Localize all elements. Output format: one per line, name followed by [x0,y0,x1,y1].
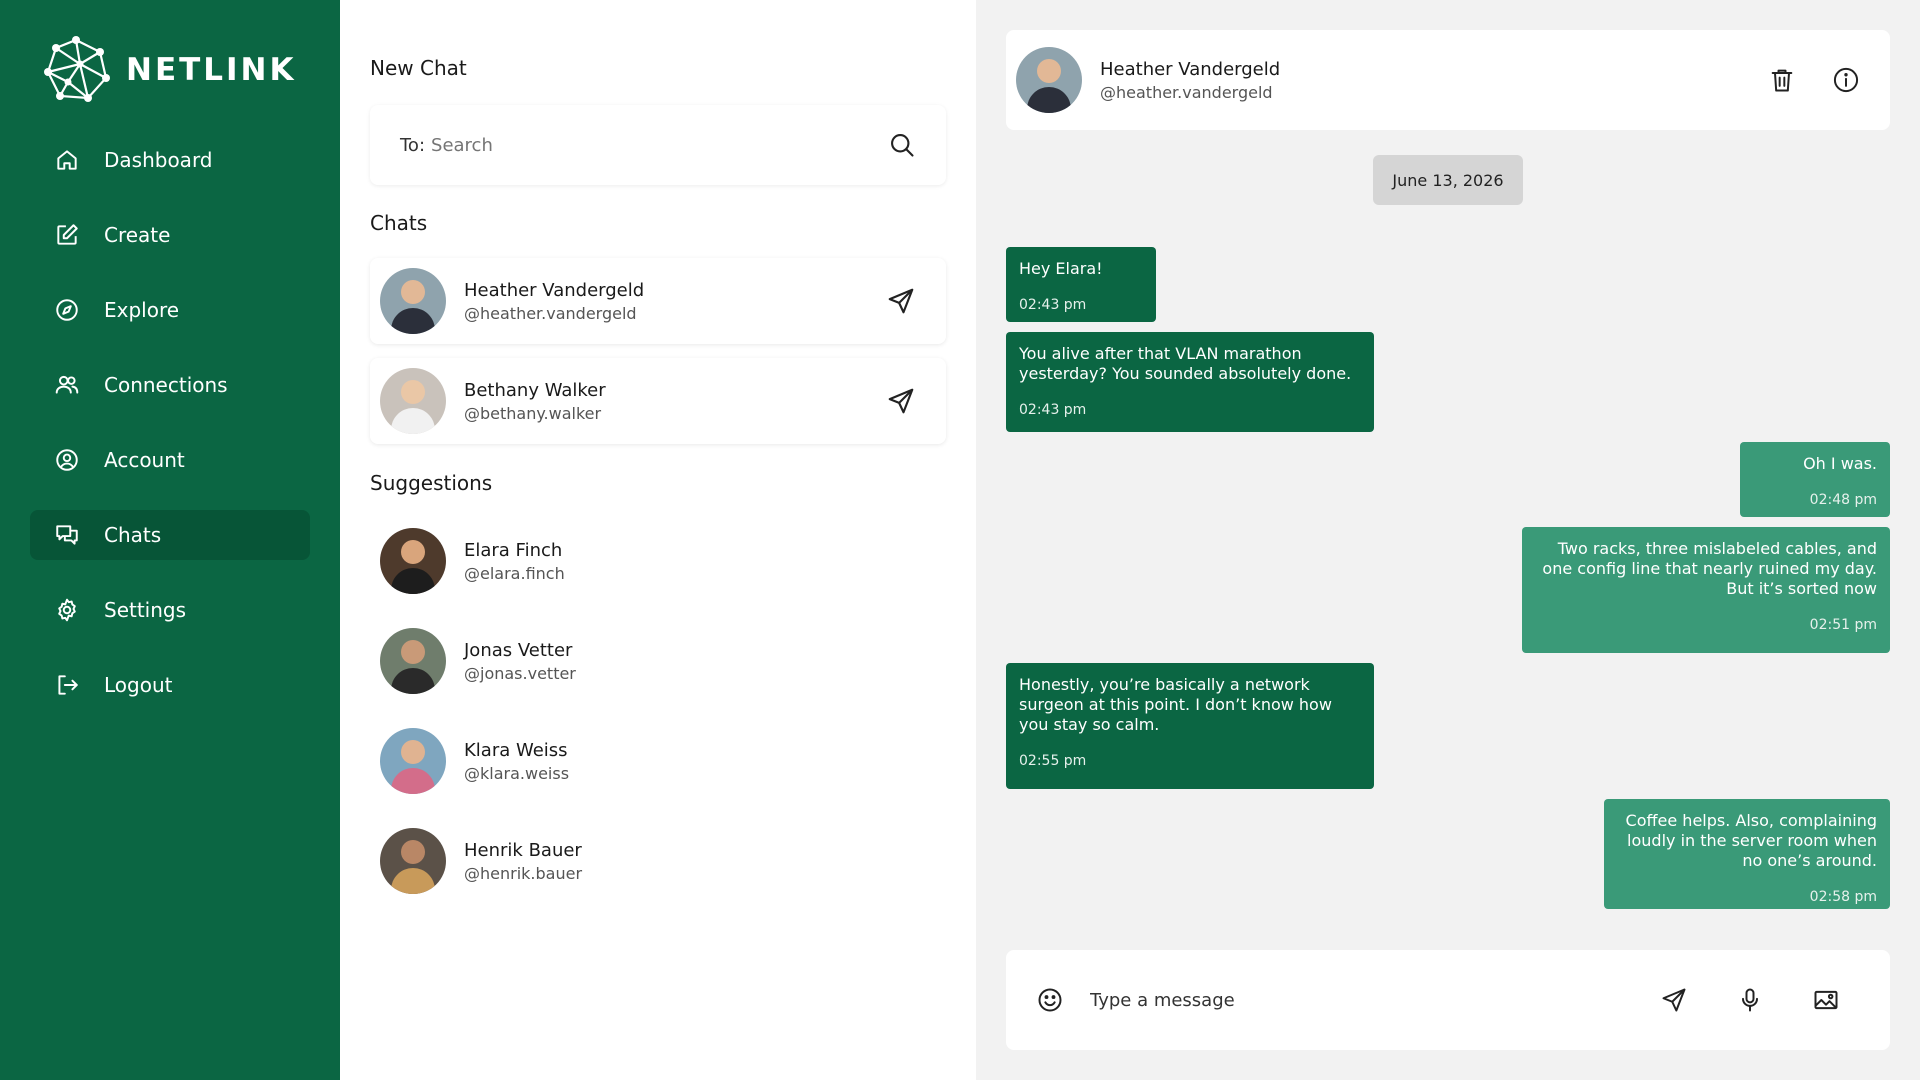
date-separator: June 13, 2026 [1373,155,1523,205]
send-icon[interactable] [886,286,916,316]
avatar [380,728,446,794]
sidebar-nav: Dashboard Create Explore Connections Acc… [30,135,310,735]
avatar [380,828,446,894]
message-time: 02:58 pm [1809,889,1877,905]
network-logo-icon [44,36,110,102]
brand-logo[interactable]: NETLINK [40,34,297,106]
message-time: 02:55 pm [1019,753,1087,769]
contact-handle: @bethany.walker [464,403,602,423]
sidebar-item-label: Dashboard [104,148,213,172]
avatar [380,268,446,334]
contact-handle: @klara.weiss [464,763,570,783]
chat-list-panel: New Chat To: Chats Heather Vandergeld @h… [340,0,976,1080]
message-bubble-outgoing: Two racks, three mislabeled cables, and … [1522,527,1890,653]
contact-name: Elara Finch [464,539,563,561]
message-text: You alive after that VLAN marathon yeste… [1019,344,1352,383]
home-icon [54,147,80,173]
sidebar-item-label: Logout [104,673,173,697]
message-bubble-outgoing: Coffee helps. Also, complaining loudly i… [1604,799,1890,909]
suggestion-item[interactable]: Klara Weiss @klara.weiss [370,718,946,804]
recipient-search-input[interactable] [431,134,888,156]
sidebar-item-logout[interactable]: Logout [30,660,310,710]
gear-icon [54,597,80,623]
message-bubble-incoming: Hey Elara! 02:43 pm [1006,247,1156,322]
suggestion-item[interactable]: Jonas Vetter @jonas.vetter [370,618,946,704]
contact-handle: @heather.vandergeld [464,303,637,323]
recipient-search[interactable]: To: [370,105,946,185]
send-icon[interactable] [886,386,916,416]
new-chat-title: New Chat [370,56,467,80]
send-icon[interactable] [1660,986,1688,1014]
suggestions-title: Suggestions [370,471,493,495]
sidebar-item-label: Settings [104,598,187,622]
conversation-contact-name: Heather Vandergeld [1100,58,1281,80]
sidebar-item-explore[interactable]: Explore [30,285,310,335]
sidebar-item-chats[interactable]: Chats [30,510,310,560]
sidebar-item-dashboard[interactable]: Dashboard [30,135,310,185]
info-icon[interactable] [1832,66,1860,94]
contact-name: Klara Weiss [464,739,568,761]
edit-icon [54,222,80,248]
suggestion-item[interactable]: Henrik Bauer @henrik.bauer [370,818,946,904]
contact-name: Bethany Walker [464,379,606,401]
to-label: To: [400,134,426,156]
logout-icon [54,672,80,698]
brand-name: NETLINK [126,52,297,88]
message-text: Hey Elara! [1019,259,1103,278]
contact-name: Jonas Vetter [464,639,573,661]
sidebar-item-label: Account [104,448,185,472]
conversation-header: Heather Vandergeld @heather.vandergeld [1006,30,1890,130]
conversation-contact-handle: @heather.vandergeld [1100,82,1273,102]
contact-handle: @elara.finch [464,563,565,583]
message-time: 02:43 pm [1019,402,1087,418]
image-icon[interactable] [1812,986,1840,1014]
message-text: Coffee helps. Also, complaining loudly i… [1625,811,1877,870]
avatar [380,628,446,694]
sidebar-item-account[interactable]: Account [30,435,310,485]
contact-name: Henrik Bauer [464,839,582,861]
message-composer [1006,950,1890,1050]
sidebar: NETLINK Dashboard Create Explore Connect… [0,0,340,1080]
chat-item[interactable]: Heather Vandergeld @heather.vandergeld [370,258,946,344]
search-icon[interactable] [888,131,916,159]
sidebar-item-label: Explore [104,298,180,322]
message-time: 02:43 pm [1019,297,1087,313]
message-bubble-incoming: Honestly, you’re basically a network sur… [1006,663,1374,789]
compass-icon [54,297,80,323]
sidebar-item-connections[interactable]: Connections [30,360,310,410]
sidebar-item-label: Create [104,223,171,247]
contact-handle: @jonas.vetter [464,663,576,683]
message-bubble-incoming: You alive after that VLAN marathon yeste… [1006,332,1374,432]
message-time: 02:51 pm [1809,617,1877,633]
message-text: Honestly, you’re basically a network sur… [1019,675,1332,734]
chat-icon [54,522,80,548]
contact-name: Heather Vandergeld [464,279,645,301]
avatar [380,368,446,434]
microphone-icon[interactable] [1736,986,1764,1014]
avatar[interactable] [1016,47,1082,113]
avatar [380,528,446,594]
sidebar-item-settings[interactable]: Settings [30,585,310,635]
message-text: Two racks, three mislabeled cables, and … [1542,539,1877,598]
trash-icon[interactable] [1768,66,1796,94]
chat-item[interactable]: Bethany Walker @bethany.walker [370,358,946,444]
sidebar-item-label: Connections [104,373,228,397]
sidebar-item-label: Chats [104,523,162,547]
user-circle-icon [54,447,80,473]
chats-title: Chats [370,211,428,235]
message-input[interactable] [1090,989,1660,1011]
message-bubble-outgoing: Oh I was. 02:48 pm [1740,442,1890,517]
users-icon [54,372,80,398]
emoji-icon[interactable] [1036,986,1064,1014]
message-time: 02:48 pm [1809,492,1877,508]
contact-handle: @henrik.bauer [464,863,583,883]
sidebar-item-create[interactable]: Create [30,210,310,260]
message-text: Oh I was. [1803,454,1877,473]
conversation-panel: Heather Vandergeld @heather.vandergeld J… [976,0,1920,1080]
suggestion-item[interactable]: Elara Finch @elara.finch [370,518,946,604]
